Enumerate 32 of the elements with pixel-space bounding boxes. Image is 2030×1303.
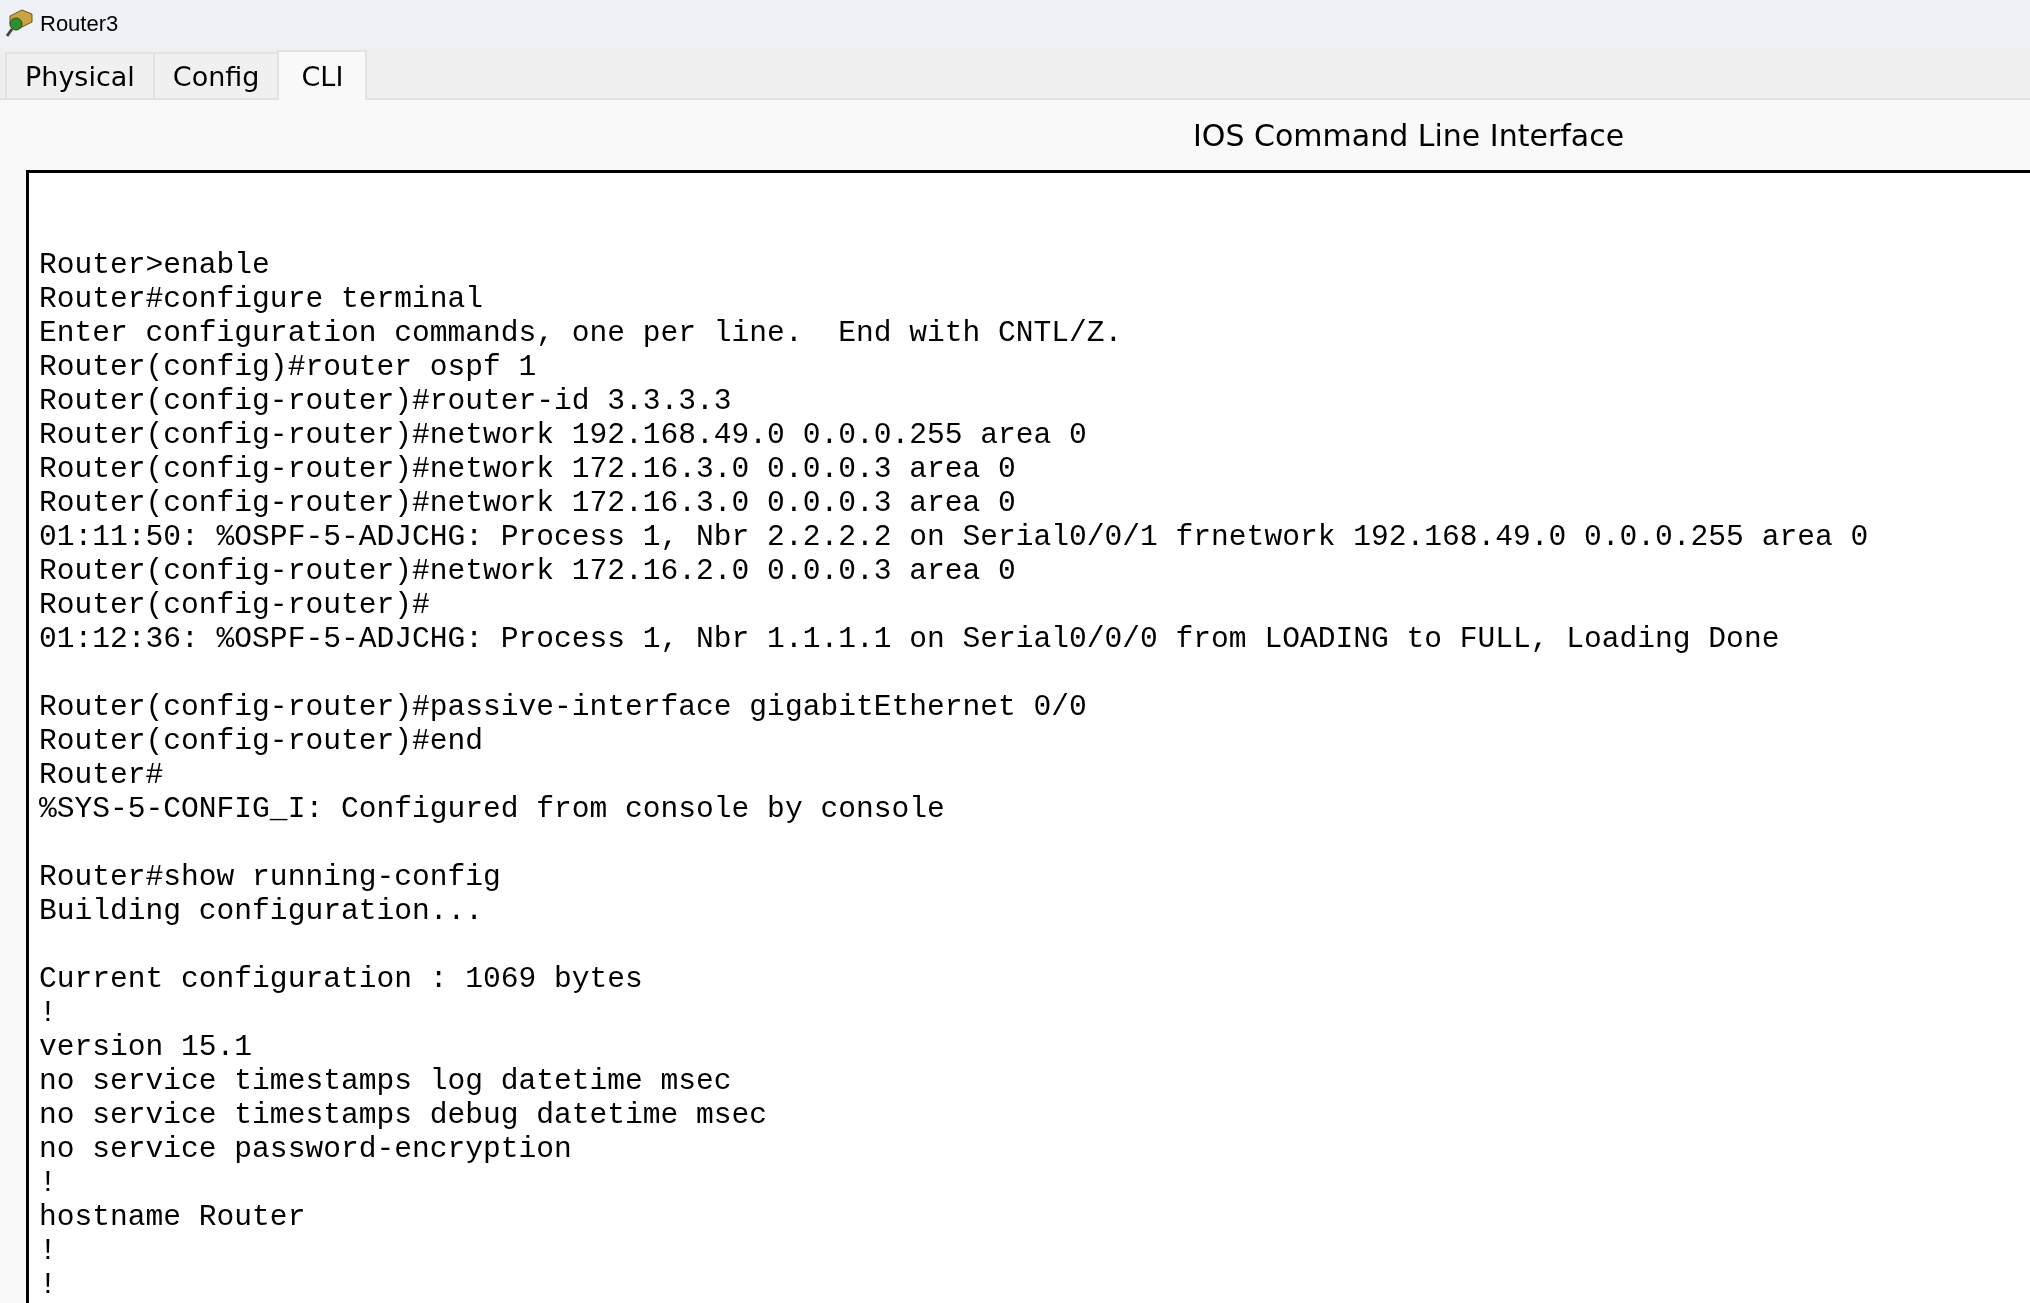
terminal-line: 01:11:50: %OSPF-5-ADJCHG: Process 1, Nbr 2.2.2.2 on Serial0/0/1 frnetwork 192.168.49.0 0.0.0.255 area 0: [39, 520, 1870, 554]
terminal-line: !: [39, 1166, 58, 1200]
terminal-line: !: [39, 1234, 58, 1268]
terminal-line: Enter configuration commands, one per line. End with CNTL/Z.: [39, 316, 1124, 350]
terminal-line: Router#configure terminal: [39, 282, 484, 316]
window-title: Router3: [40, 11, 119, 37]
terminal-line: no service timestamps debug datetime msec: [39, 1098, 769, 1132]
terminal-line: Router(config-router)#passive-interface gigabitEthernet 0/0: [39, 690, 1088, 724]
terminal-line: no service password-encryption: [39, 1132, 573, 1166]
terminal-line: Building configuration...: [39, 894, 484, 928]
terminal-line: Router#show running-config: [39, 860, 502, 894]
terminal-line: 01:12:36: %OSPF-5-ADJCHG: Process 1, Nbr 1.1.1.1 on Serial0/0/0 from LOADING to FULL, Loading Done: [39, 622, 1781, 656]
tab[interactable]: Physical: [5, 52, 155, 98]
terminal-line: Router(config-router)#network 172.16.3.0 0.0.0.3 area 0: [39, 486, 1017, 520]
terminal-line: !: [39, 1268, 58, 1302]
terminal-line: Router(config-router)#router-id 3.3.3.3: [39, 384, 733, 418]
terminal-line: Router(config-router)#end: [39, 724, 484, 758]
terminal-line: Router#: [39, 758, 165, 792]
terminal-line: version 15.1: [39, 1030, 254, 1064]
terminal-line: Router(config-router)#: [39, 588, 431, 622]
terminal-line: Router(config-router)#network 172.16.2.0 0.0.0.3 area 0: [39, 554, 1017, 588]
terminal-line: Router(config-router)#network 172.16.3.0 0.0.0.3 area 0: [39, 452, 1017, 486]
terminal-line: !: [39, 996, 58, 1030]
panel-heading: IOS Command Line Interface: [1193, 117, 1625, 153]
terminal-line: Current configuration : 1069 bytes: [39, 962, 644, 996]
terminal-line: Router(config)#router ospf 1: [39, 350, 538, 384]
tab[interactable]: CLI: [277, 50, 368, 100]
terminal-line: Router>enable: [39, 248, 271, 282]
terminal-line: no service timestamps log datetime msec: [39, 1064, 733, 1098]
terminal-line: hostname Router: [39, 1200, 307, 1234]
terminal-line: Router(config-router)#network 192.168.49.0 0.0.0.255 area 0: [39, 418, 1088, 452]
terminal-line: %SYS-5-CONFIG_I: Configured from console by console: [39, 792, 946, 826]
